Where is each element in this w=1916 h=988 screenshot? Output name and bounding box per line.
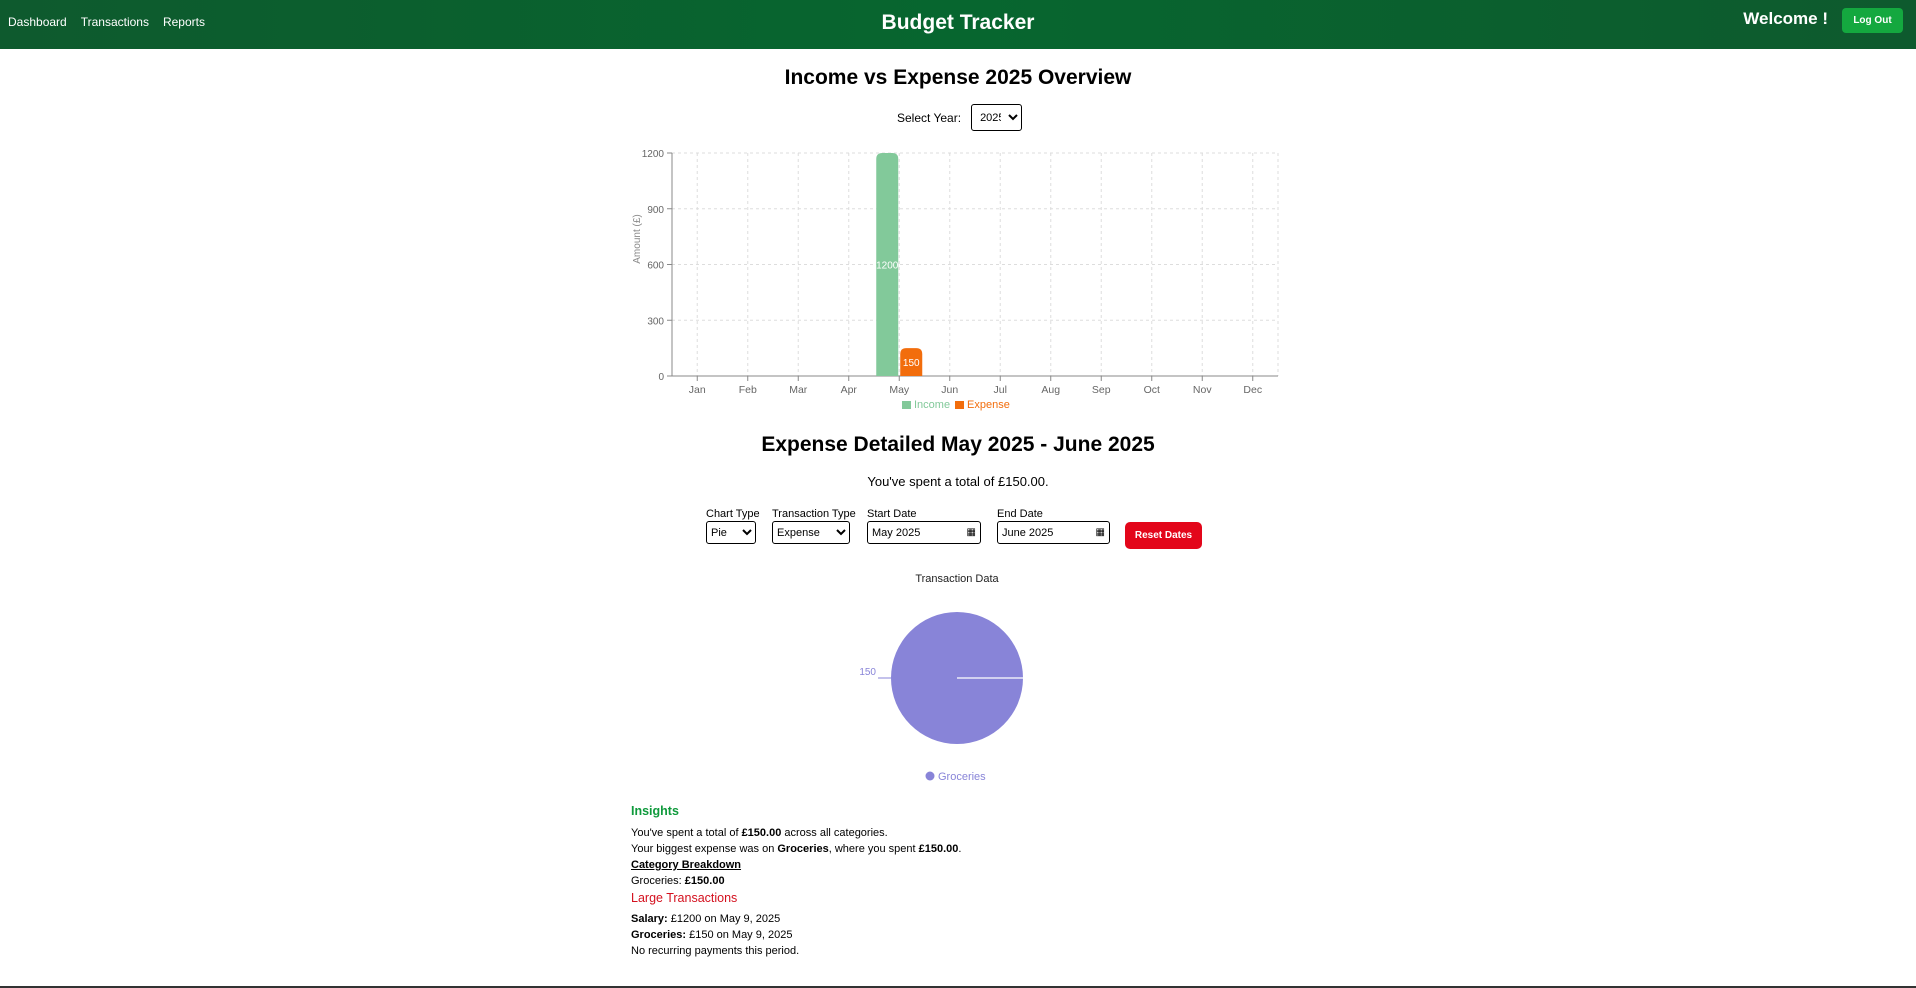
x-tick-label: Jul — [994, 384, 1007, 396]
end-date-filter: End Date June 2025 ▦ — [997, 508, 1110, 544]
expense-bar-label: 150 — [903, 358, 920, 369]
insight-category: Groceries — [777, 843, 829, 855]
legend-income-swatch — [902, 401, 911, 409]
transaction-type-label: Transaction Type — [772, 508, 856, 520]
transaction-type-filter: Transaction Type Expense — [772, 508, 856, 544]
overview-title: Income vs Expense 2025 Overview — [784, 66, 1132, 89]
end-date-value: June 2025 — [1002, 526, 1054, 539]
y-tick-label: 900 — [647, 205, 664, 216]
y-tick-label: 0 — [658, 372, 664, 383]
legend-expense-label: Expense — [967, 399, 1010, 411]
year-selector-row: Select Year: 2025 — [897, 104, 1023, 131]
income-bar-label: 1200 — [876, 261, 899, 272]
large-transaction-row: Salary: £1200 on May 9, 2025 — [631, 911, 961, 927]
large-transaction-detail: £150 on May 9, 2025 — [686, 929, 793, 941]
detail-title: Expense Detailed May 2025 - June 2025 — [761, 433, 1155, 456]
chart-type-select[interactable]: Pie — [706, 521, 756, 544]
x-tick-label: Apr — [841, 384, 858, 396]
x-tick-label: Dec — [1243, 384, 1262, 396]
insight-biggest: Your biggest expense was on Groceries, w… — [631, 841, 961, 857]
x-tick-label: Jan — [689, 384, 706, 396]
header-bar: Dashboard Transactions Reports Budget Tr… — [0, 0, 1916, 49]
insight-text: Your biggest expense was on — [631, 843, 778, 855]
large-transactions-title: Large Transactions — [631, 891, 738, 905]
start-date-label: Start Date — [867, 508, 917, 520]
year-select-label: Select Year: — [897, 110, 962, 125]
category-breakdown-title: Category Breakdown — [631, 859, 742, 871]
pie-legend-label: Groceries — [938, 771, 986, 783]
large-transaction-detail: £1200 on May 9, 2025 — [667, 913, 781, 925]
logout-button[interactable]: Log Out — [1842, 8, 1903, 33]
y-axis-label: Amount (£) — [632, 214, 643, 263]
x-tick-label: May — [889, 384, 910, 396]
insight-total: You've spent a total of £150.00 across a… — [631, 825, 961, 841]
large-transaction-row: Groceries: £150 on May 9, 2025 — [631, 927, 961, 943]
bar-axes: 0 300 600 900 1200 Jan Feb Mar Apr May Jun Jul Aug Se… — [642, 149, 1278, 396]
chart-type-label: Chart Type — [706, 508, 760, 520]
transaction-pie-chart: Transaction Data 150 Groceries — [859, 573, 1023, 783]
main-nav: Dashboard Transactions Reports — [8, 15, 205, 29]
nav-reports[interactable]: Reports — [163, 15, 205, 29]
transaction-type-select[interactable]: Expense — [772, 521, 850, 544]
x-tick-label: Sep — [1092, 384, 1111, 396]
insight-text: . — [958, 843, 962, 855]
nav-dashboard[interactable]: Dashboard — [8, 15, 67, 29]
x-tick-label: Nov — [1193, 384, 1212, 396]
insights-title: Insights — [631, 804, 679, 818]
calendar-icon[interactable]: ▦ — [1096, 527, 1105, 538]
reset-dates-button[interactable]: Reset Dates — [1125, 522, 1202, 549]
chart-type-filter: Chart Type Pie — [706, 508, 760, 544]
pie-slice-label: 150 — [859, 667, 876, 678]
x-tick-label: Oct — [1144, 384, 1160, 396]
y-tick-label: 1200 — [642, 149, 665, 160]
recurring-payments-text: No recurring payments this period. — [631, 945, 800, 957]
start-date-input[interactable]: May 2025 ▦ — [867, 521, 981, 544]
pie-legend-swatch — [925, 771, 935, 781]
insight-text: , where you spent — [828, 843, 919, 855]
income-expense-bar-chart: 0 300 600 900 1200 Jan Feb Mar Apr May Jun Jul Aug Se… — [632, 149, 1279, 411]
start-date-value: May 2025 — [872, 526, 921, 539]
app-title: Budget Tracker — [881, 11, 1035, 34]
x-tick-label: Jun — [941, 384, 958, 396]
year-select[interactable]: 2025 — [971, 104, 1023, 131]
end-date-label: End Date — [997, 508, 1043, 520]
welcome-text: Welcome ! — [1743, 9, 1828, 28]
insight-text: You've spent a total of — [631, 827, 742, 839]
bar-legend: Income Expense — [902, 399, 1010, 411]
insights-panel: Insights You've spent a total of £150.00… — [631, 803, 961, 959]
x-tick-label: Mar — [789, 384, 808, 396]
insight-text: across all categories. — [781, 827, 888, 839]
insight-amount: £150.00 — [741, 827, 782, 839]
y-tick-label: 600 — [647, 261, 664, 272]
legend-expense-swatch — [955, 401, 964, 409]
x-tick-label: Aug — [1041, 384, 1060, 396]
bar-grid — [672, 152, 1279, 377]
nav-transactions[interactable]: Transactions — [81, 15, 149, 29]
legend-income-label: Income — [914, 399, 950, 411]
large-transaction-name: Groceries: — [631, 929, 687, 941]
pie-title: Transaction Data — [915, 573, 999, 585]
total-spent-text: You've spent a total of £150.00. — [867, 474, 1049, 489]
start-date-filter: Start Date May 2025 ▦ — [867, 508, 981, 544]
bar-marks: 1200 150 — [876, 153, 923, 376]
insight-amount: £150.00 — [918, 843, 959, 855]
y-tick-label: 300 — [647, 316, 664, 327]
category-name: Groceries: — [631, 875, 685, 887]
category-breakdown-row: Groceries: £150.00 — [631, 873, 961, 889]
calendar-icon[interactable]: ▦ — [967, 527, 976, 538]
x-tick-label: Feb — [739, 384, 757, 396]
large-transaction-name: Salary: — [631, 913, 668, 925]
end-date-input[interactable]: June 2025 ▦ — [997, 521, 1110, 544]
category-amount: £150.00 — [684, 875, 725, 887]
